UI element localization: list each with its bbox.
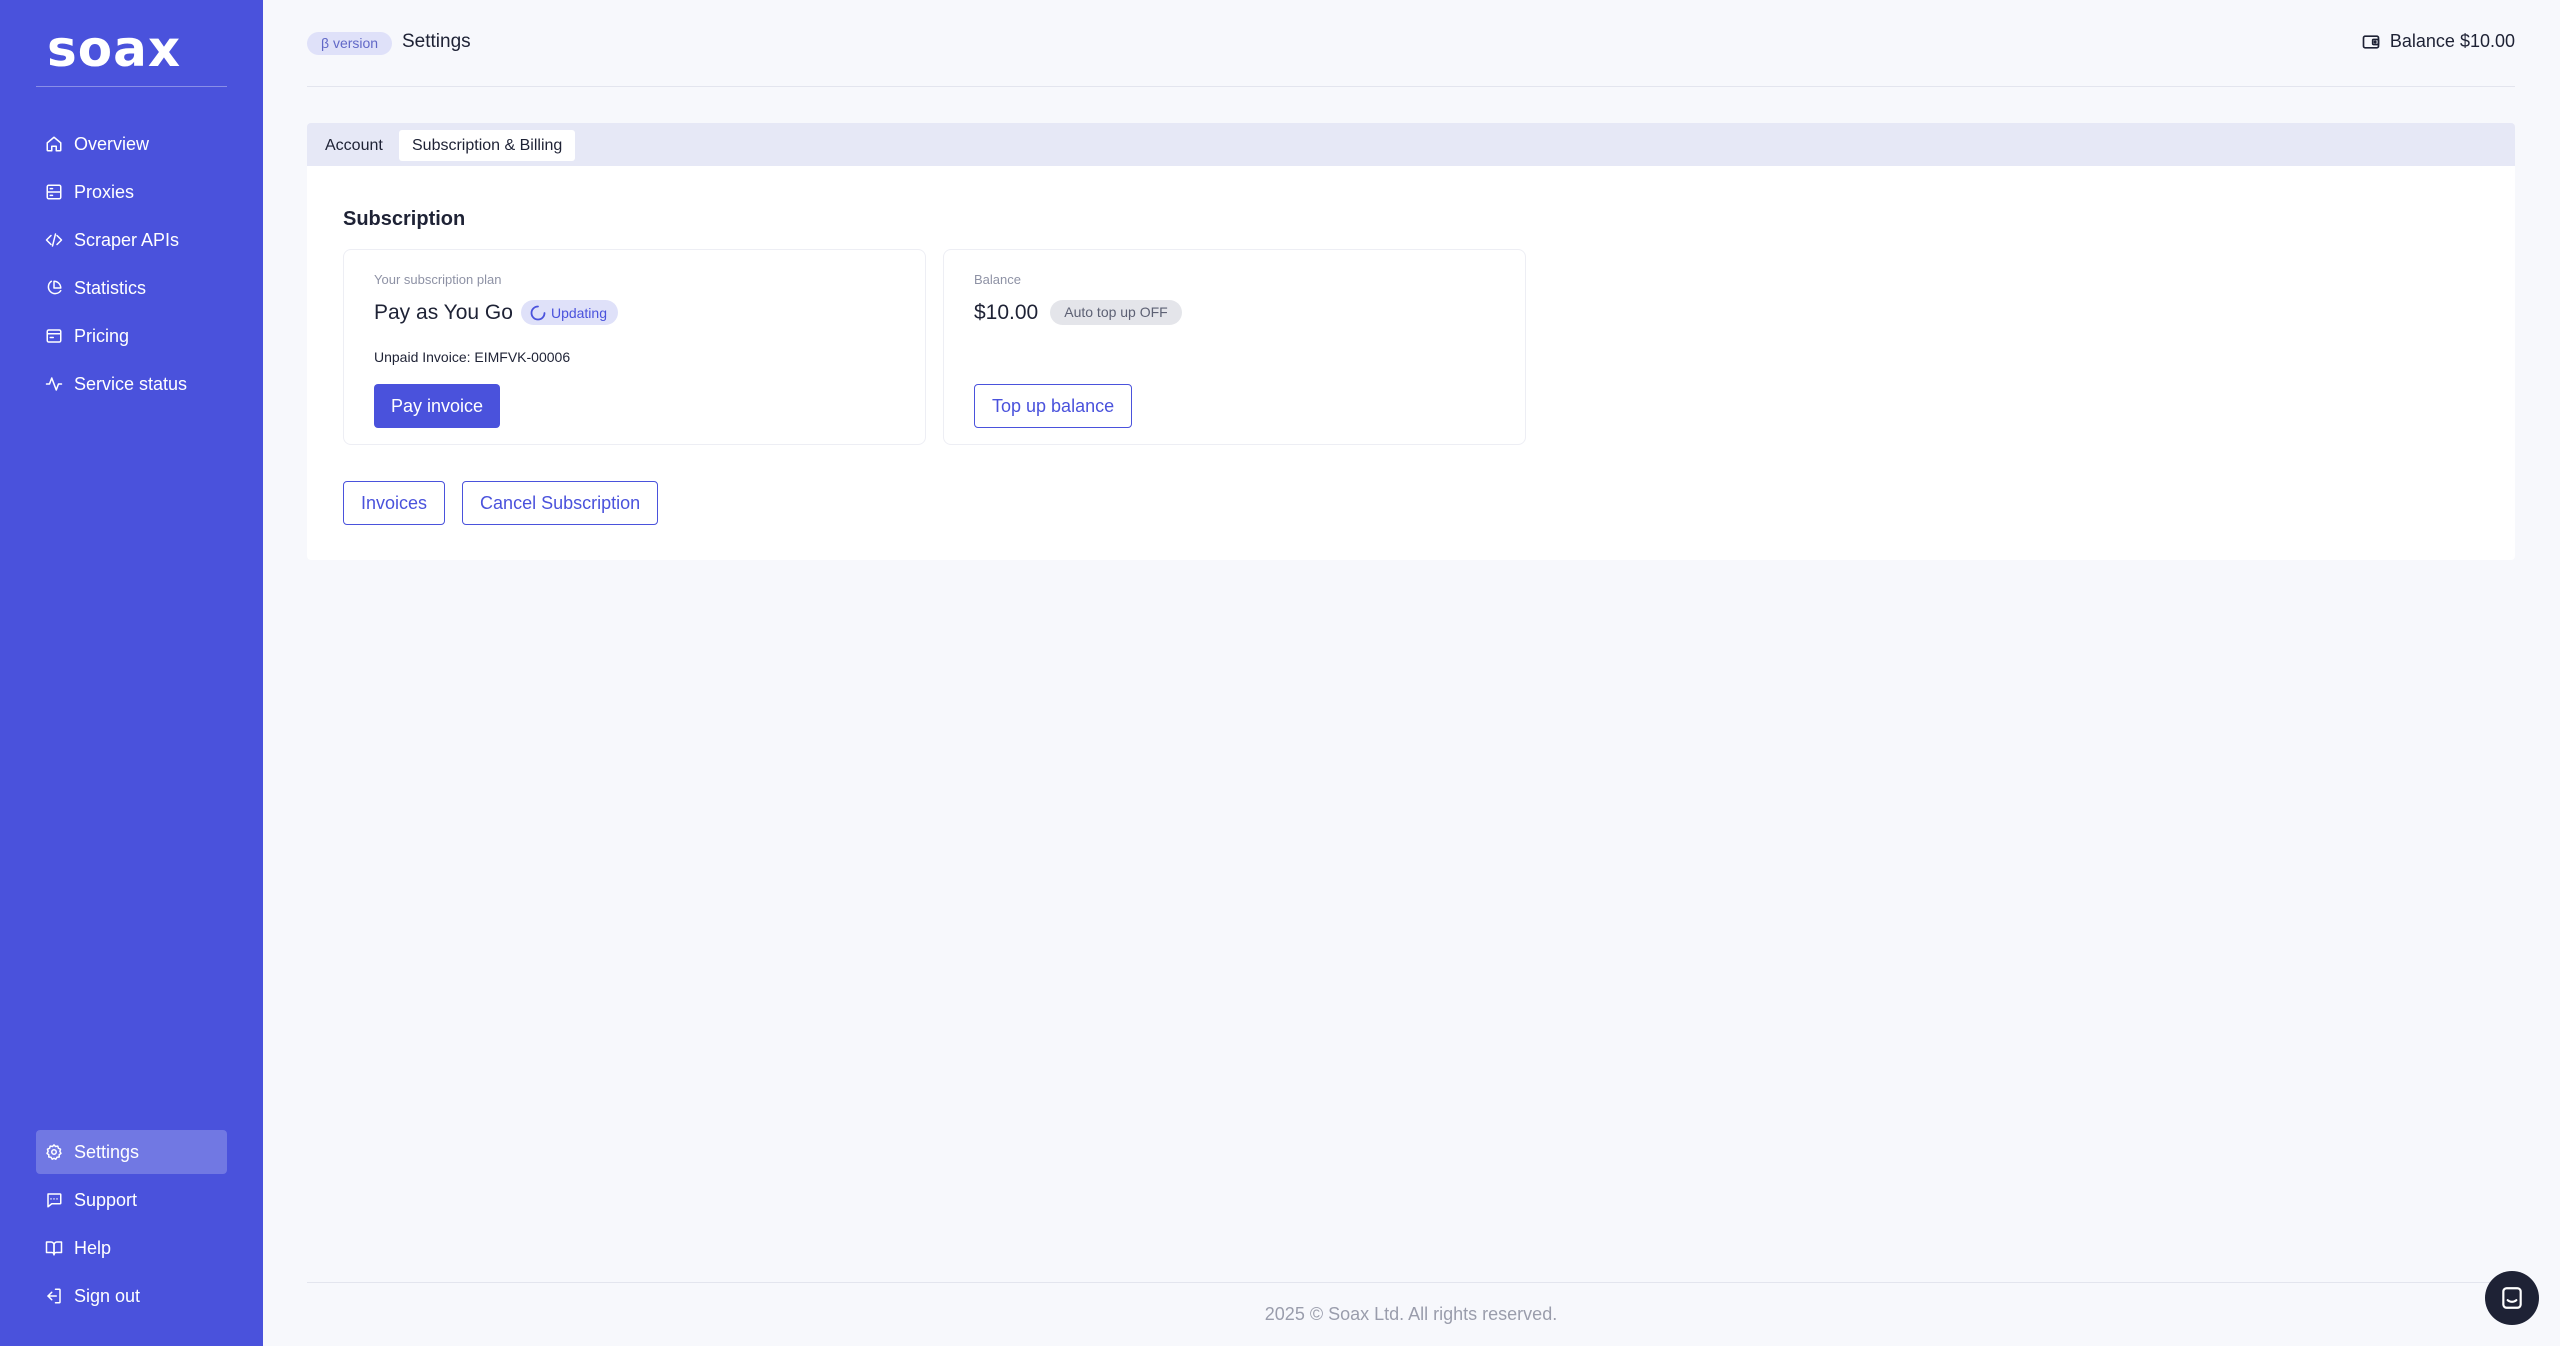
auto-topup-badge: Auto top up OFF [1050, 300, 1182, 325]
footer-copyright: 2025 © Soax Ltd. All rights reserved. [1264, 1304, 1558, 1324]
balance-row: $10.00 Auto top up OFF [974, 300, 1182, 325]
header-balance[interactable]: Balance $10.00 [2361, 31, 2515, 52]
sidebar-item-pricing[interactable]: Pricing [36, 314, 227, 358]
soax-logo[interactable]: soax [47, 24, 181, 74]
sidebar-item-label: Help [74, 1237, 112, 1258]
sidebar-item-proxies[interactable]: Proxies [36, 170, 227, 214]
page-title: Settings [402, 31, 471, 52]
plan-name: Pay as You Go [374, 300, 513, 324]
unpaid-invoice-text: Unpaid Invoice: EIMFVK-00006 [374, 349, 571, 365]
balance-card: Balance $10.00 Auto top up OFF Top up ba… [943, 249, 1526, 445]
sidebar-item-label: Statistics [74, 277, 147, 298]
sidebar-item-support[interactable]: Support [36, 1178, 227, 1222]
cancel-subscription-button[interactable]: Cancel Subscription [462, 481, 659, 525]
pie-chart-icon [47, 280, 62, 295]
sign-out-icon [47, 1288, 61, 1304]
sidebar-item-label: Proxies [74, 181, 135, 202]
sidebar-divider [36, 86, 227, 87]
sidebar-item-scraper-apis[interactable]: Scraper APIs [36, 218, 227, 262]
top-up-balance-button[interactable]: Top up balance [974, 384, 1133, 428]
footer-divider [307, 1282, 2515, 1283]
sidebar-item-settings[interactable]: Settings [36, 1130, 227, 1174]
balance-label: Balance [974, 272, 1021, 287]
sidebar-bottom-nav: Settings Support Help Sign out [36, 1130, 227, 1322]
pay-invoice-button[interactable]: Pay invoice [374, 384, 501, 428]
chat-widget-button[interactable] [2485, 1271, 2539, 1325]
sidebar-item-label: Scraper APIs [74, 229, 180, 250]
spinner-icon [530, 305, 546, 320]
sidebar-item-label: Settings [74, 1141, 140, 1162]
status-badge: Updating [520, 300, 618, 325]
status-badge-text: Updating [550, 304, 607, 321]
beta-badge: β version [307, 32, 393, 55]
sidebar: soax Overview Proxies Scraper APIs Stati… [0, 0, 263, 1346]
settings-tabs: Account Subscription & Billing [307, 123, 2515, 166]
home-icon [46, 136, 62, 152]
wallet-icon [2362, 34, 2380, 49]
plan-label: Your subscription plan [374, 272, 502, 287]
code-icon [45, 233, 63, 247]
balance-amount: $10.00 [974, 300, 1039, 324]
sidebar-item-label: Sign out [74, 1285, 141, 1306]
activity-icon [45, 377, 63, 391]
chat-bubble-icon [2502, 1287, 2522, 1309]
subscription-panel: Subscription Your subscription plan Pay … [307, 166, 2515, 560]
subscription-plan-card: Your subscription plan Pay as You Go Upd… [343, 249, 926, 445]
top-header: β version Settings Balance $10.00 [307, 0, 2515, 87]
tab-subscription-billing[interactable]: Subscription & Billing [399, 130, 576, 161]
sidebar-item-service-status[interactable]: Service status [36, 362, 227, 406]
book-icon [45, 1241, 63, 1256]
subscription-actions: Invoices Cancel Subscription [343, 481, 659, 525]
sidebar-item-label: Pricing [74, 325, 130, 346]
sidebar-item-help[interactable]: Help [36, 1226, 227, 1270]
plan-name-row: Pay as You Go Updating [374, 300, 618, 325]
header-balance-text: Balance $10.00 [2389, 31, 2515, 51]
sidebar-item-statistics[interactable]: Statistics [36, 266, 227, 310]
chat-icon [47, 1193, 62, 1208]
sidebar-item-label: Overview [74, 133, 150, 154]
invoices-button[interactable]: Invoices [343, 481, 446, 525]
sidebar-item-label: Support [74, 1189, 138, 1210]
tab-account[interactable]: Account [312, 130, 396, 161]
server-icon [46, 184, 62, 200]
sidebar-nav: Overview Proxies Scraper APIs Statistics… [36, 122, 227, 410]
gear-icon [46, 1144, 62, 1160]
sidebar-item-label: Service status [74, 373, 188, 394]
section-title: Subscription [343, 208, 466, 230]
wallet-icon [46, 329, 62, 343]
sidebar-item-overview[interactable]: Overview [36, 122, 227, 166]
sidebar-item-sign-out[interactable]: Sign out [36, 1274, 227, 1318]
